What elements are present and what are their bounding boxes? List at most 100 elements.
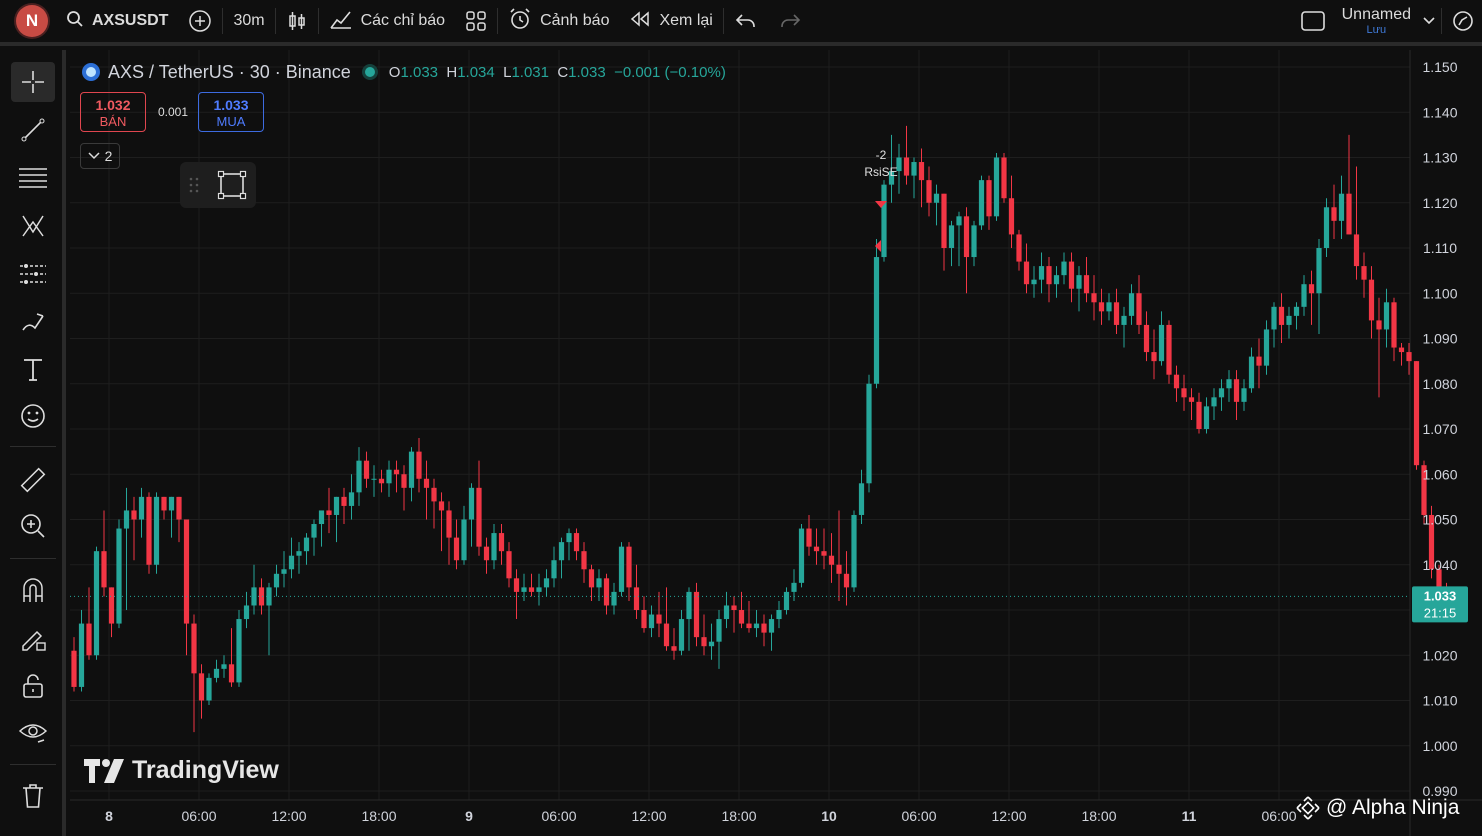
candle-down <box>431 487 437 502</box>
trendline-tool[interactable] <box>11 110 55 150</box>
candle-down <box>1406 352 1412 362</box>
price-tick-label: 1.020 <box>1422 647 1457 663</box>
user-avatar[interactable]: N <box>16 5 48 37</box>
candle-down <box>1196 401 1202 429</box>
candle-up <box>78 623 85 687</box>
indicators-button[interactable]: Các chỉ báo <box>319 0 456 44</box>
ruler-icon <box>20 467 46 493</box>
sell-label: BÁN <box>99 114 127 129</box>
candle-down <box>1331 207 1337 221</box>
candle-up <box>1248 356 1255 389</box>
candle-up <box>138 496 145 520</box>
candle-up <box>461 519 467 561</box>
text-tool[interactable] <box>11 350 55 390</box>
layout-toggle[interactable] <box>1290 0 1336 44</box>
indicators-collapse-button[interactable]: 2 <box>80 143 120 169</box>
compare-add-button[interactable] <box>178 0 222 44</box>
candle-up <box>858 483 865 515</box>
symbol-name: AXSUSDT <box>92 12 169 29</box>
time-tick-label: 12:00 <box>631 808 666 824</box>
candle-down <box>926 180 932 203</box>
redo-icon <box>781 14 800 27</box>
candle-up <box>348 492 355 506</box>
candle-up <box>1383 302 1390 330</box>
chart-title[interactable]: AXS / TetherUS · 30 · Binance <box>108 62 351 83</box>
candle-up <box>243 605 250 620</box>
candle-up <box>408 451 415 488</box>
candle-up <box>1076 275 1082 289</box>
emoji-tool[interactable] <box>11 396 55 436</box>
price-tick-label: 1.070 <box>1422 421 1457 437</box>
layout-save-status: Lưu <box>1366 24 1387 36</box>
candle-up <box>468 487 475 520</box>
zoom-tool[interactable] <box>11 506 55 546</box>
candle-up <box>978 180 985 226</box>
candle-up <box>116 528 122 624</box>
replay-button[interactable]: Xem lại <box>619 0 722 44</box>
lock-all-tool[interactable] <box>11 666 55 706</box>
lock-drawing-tool[interactable] <box>11 618 55 658</box>
symbol-search[interactable]: AXSUSDT <box>66 0 178 44</box>
layout-name-button[interactable]: Unnamed Lưu <box>1336 0 1417 44</box>
remove-drawings-tool[interactable] <box>11 776 55 816</box>
candle-down <box>438 501 445 511</box>
candle-up <box>236 619 242 683</box>
crosshair-tool[interactable] <box>11 62 55 102</box>
candle-down <box>1008 198 1015 235</box>
price-chart[interactable]: 1.150 1.140 1.130 1.120 1.110 1.100 1.090 1.080… <box>70 50 1482 836</box>
candle-down <box>1308 284 1315 294</box>
candle-down <box>986 180 992 217</box>
candle-up <box>543 578 550 588</box>
measure-tool[interactable] <box>11 460 55 500</box>
undo-button[interactable] <box>724 0 768 44</box>
buy-label: MUA <box>216 114 246 129</box>
smiley-icon <box>21 404 45 428</box>
candle-down <box>693 591 700 638</box>
candle-up <box>618 546 625 592</box>
candle-up <box>648 614 655 629</box>
candle-up <box>753 623 760 629</box>
chevron-down-icon <box>88 152 100 160</box>
candle-up <box>933 193 940 203</box>
quick-search-button[interactable] <box>1442 0 1482 44</box>
fib-tool[interactable] <box>11 158 55 198</box>
magnet-tool[interactable] <box>11 570 55 610</box>
candle-down <box>131 510 137 520</box>
candle-up <box>333 496 340 515</box>
candle-down <box>363 460 370 479</box>
buy-price: 1.033 <box>213 97 249 113</box>
candle-down <box>1376 320 1382 330</box>
candle-down <box>1046 266 1052 285</box>
layouts-button[interactable] <box>455 0 497 44</box>
layout-dropdown[interactable] <box>1417 0 1441 44</box>
brush-tool[interactable] <box>11 302 55 342</box>
candle-down <box>393 469 400 475</box>
time-tick-label: 18:00 <box>361 808 396 824</box>
chevron-down-icon <box>1423 17 1435 25</box>
sell-button[interactable]: 1.032 BÁN <box>80 92 146 132</box>
redo-button[interactable] <box>768 0 812 44</box>
chart-legend: AXS / TetherUS · 30 · Binance O1.033 H1.… <box>82 60 726 84</box>
candle-up <box>851 514 857 588</box>
candle-down <box>176 496 182 520</box>
interval-button[interactable]: 30m <box>223 0 274 44</box>
hide-drawings-tool[interactable] <box>11 712 55 752</box>
candle-up <box>956 216 962 226</box>
prediction-tool[interactable] <box>11 254 55 294</box>
candle-up <box>221 664 227 669</box>
rectangle-select-icon[interactable] <box>217 170 247 200</box>
chart-type-button[interactable] <box>276 0 318 44</box>
buy-button[interactable]: 1.033 MUA <box>198 92 264 132</box>
credit-text: @ Alpha Ninja <box>1326 796 1460 819</box>
drag-handle-icon[interactable] <box>189 176 199 194</box>
price-tick-label: 1.060 <box>1422 466 1457 482</box>
time-tick-label: 18:00 <box>1081 808 1116 824</box>
alarm-clock-icon <box>508 7 532 36</box>
candle-down <box>1068 261 1075 289</box>
candle-up <box>213 668 220 678</box>
alerts-button[interactable]: Cảnh báo <box>498 0 619 44</box>
candle-up <box>881 184 887 258</box>
candle-up <box>1038 266 1045 280</box>
candle-down <box>183 519 190 624</box>
pattern-tool[interactable] <box>11 206 55 246</box>
